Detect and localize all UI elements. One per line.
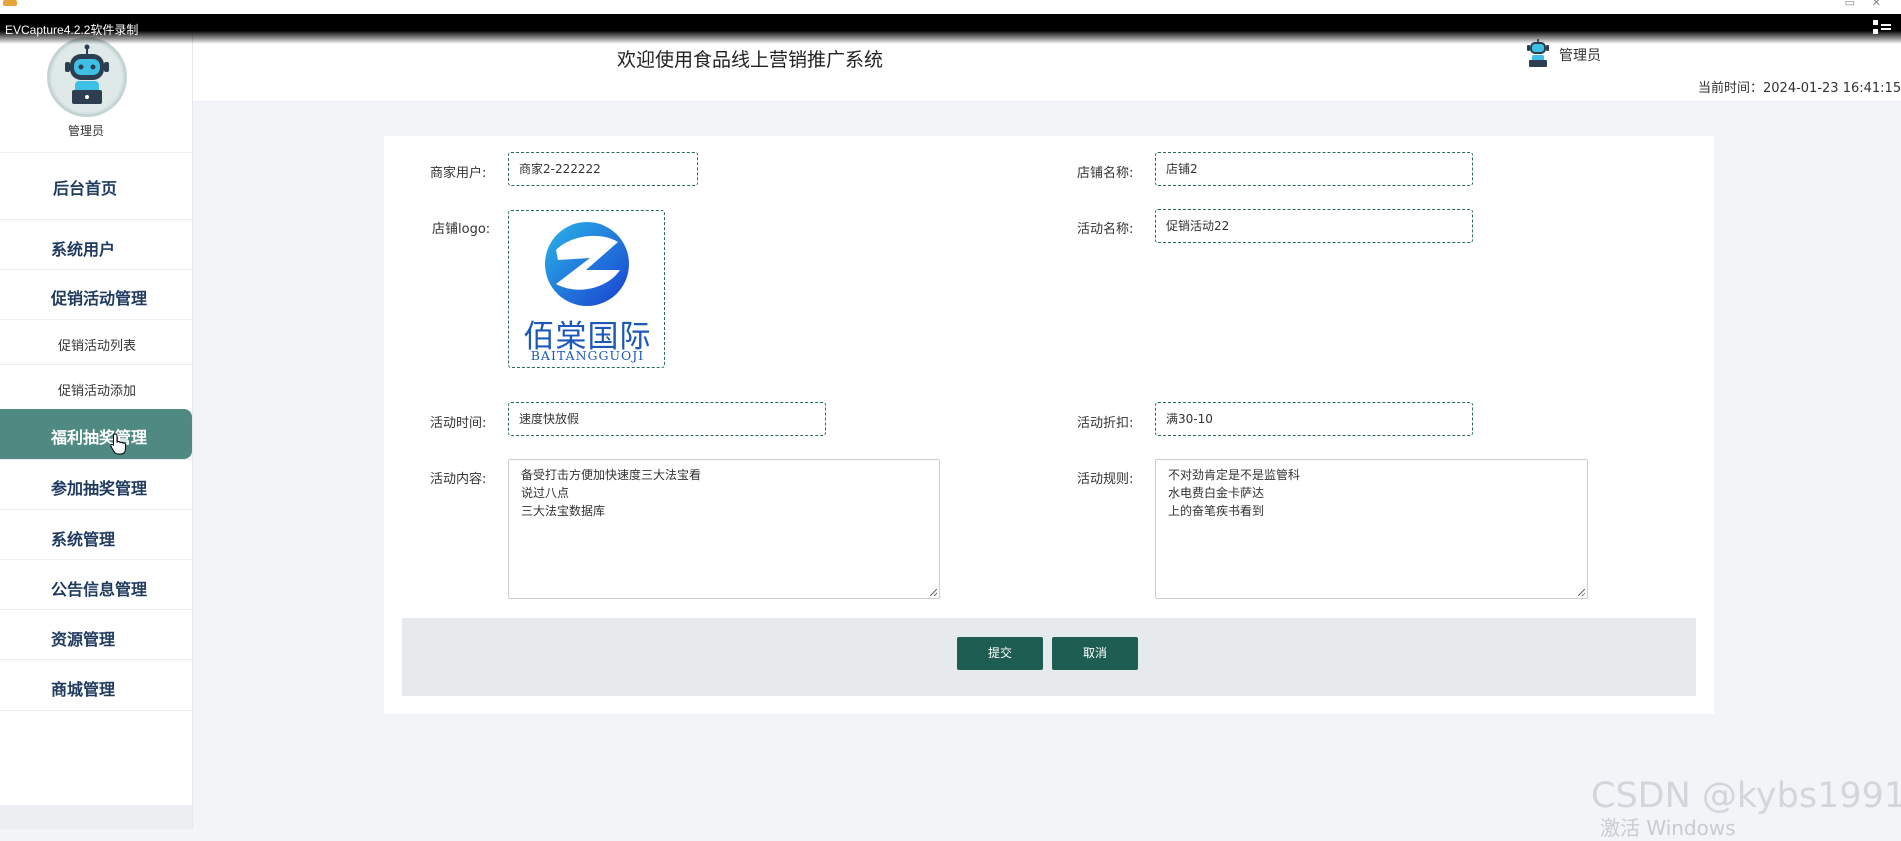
activity-detail-form: 商家用户: 商家2-222222 店铺名称: 店铺2 店铺logo: 佰棠国际 … [384,136,1714,714]
sidebar-item-notice-management[interactable]: 公告信息管理 [0,559,192,609]
current-time-label: 当前时间： [1698,81,1764,96]
sidebar-footer [0,805,192,829]
sidebar-item-promotion-add[interactable]: 促销活动添加 [0,364,192,409]
close-icon[interactable]: ✕ [1872,0,1881,9]
minimize-icon[interactable]: ▭ [1845,0,1855,9]
current-time: 当前时间：2024-01-23 16:41:15 [1698,77,1901,96]
sidebar-item-label: 促销活动管理 [51,289,148,308]
activity-discount-field[interactable]: 满30-10 [1155,402,1473,436]
sidebar-item-label: 促销活动添加 [58,384,137,399]
page-title: 欢迎使用食品线上营销推广系统 [617,49,884,71]
sidebar-item-lottery-management[interactable]: 福利抽奖管理 [0,409,192,459]
fullscreen-icon[interactable] [1873,20,1891,34]
activity-rules-textarea[interactable]: 不对劲肯定是不是监管科 水电费白金卡萨达 上的奋笔疾书看到 [1155,459,1588,599]
sidebar: 管理员 后台首页 系统用户 促销活动管理 促销活动列表 促销活动添加 福利抽奖管… [0,14,193,829]
sidebar-item-label: 资源管理 [51,630,116,649]
sidebar-item-label: 福利抽奖管理 [51,428,148,447]
sidebar-item-label: 促销活动列表 [58,339,137,354]
activate-windows-watermark: 激活 Windows [1600,816,1736,840]
recorder-bar: EVCapture4.2.2软件录制 [0,14,1901,44]
hand-cursor-icon [110,433,126,455]
sidebar-item-promotion-list[interactable]: 促销活动列表 [0,319,192,364]
resize-handle-icon[interactable] [1578,589,1585,596]
recorder-title: EVCapture4.2.2软件录制 [5,23,139,37]
app-icon [3,0,17,6]
sidebar-item-system-management[interactable]: 系统管理 [0,509,192,559]
sidebar-item-resource-management[interactable]: 资源管理 [0,609,192,659]
merchant-user-field[interactable]: 商家2-222222 [508,152,698,186]
header-admin-name[interactable]: 管理员 [1559,45,1601,65]
sidebar-item-promotion-management[interactable]: 促销活动管理 [0,269,192,319]
sidebar-item-mall-management[interactable]: 商城管理 [0,659,192,711]
sidebar-item-label: 系统管理 [51,530,116,549]
shop-logo-image[interactable]: 佰棠国际 BAITANGGUOJI [508,210,665,368]
activity-content-text: 备受打击方便加快速度三大法宝看 说过八点 三大法宝数据库 [521,468,702,518]
shop-name-label: 店铺名称: [1077,166,1134,181]
sidebar-item-label: 后台首页 [53,179,118,198]
cancel-button[interactable]: 取消 [1052,637,1138,670]
activity-discount-label: 活动折扣: [1077,416,1134,431]
resize-handle-icon[interactable] [930,589,937,596]
sidebar-item-label: 公告信息管理 [51,580,148,599]
form-action-bar: 提交 取消 [402,618,1696,696]
window-titlebar: ▭ ✕ [0,0,1901,14]
shop-logo-label: 店铺logo: [432,222,491,237]
shop-logo-text-en: BAITANGGUOJI [530,348,645,363]
activity-name-field[interactable]: 促销活动22 [1155,209,1473,243]
activity-time-label: 活动时间: [430,416,487,431]
sidebar-item-label: 参加抽奖管理 [51,479,148,498]
activity-rules-text: 不对劲肯定是不是监管科 水电费白金卡萨达 上的奋笔疾书看到 [1168,468,1301,518]
sidebar-item-home[interactable]: 后台首页 [0,152,192,219]
activity-time-field[interactable]: 速度快放假 [508,402,826,436]
shop-logo-emblem [545,222,629,306]
submit-button[interactable]: 提交 [957,637,1043,670]
sidebar-item-label: 商城管理 [51,680,116,699]
sidebar-item-label: 系统用户 [51,240,116,259]
csdn-watermark: CSDN @kybs1991 [1591,776,1901,816]
robot-avatar-icon [47,37,127,117]
merchant-user-label: 商家用户: [430,166,487,181]
activity-name-label: 活动名称: [1077,222,1134,237]
shop-name-field[interactable]: 店铺2 [1155,152,1473,186]
current-time-value: 2024-01-23 16:41:15 [1763,81,1901,96]
sidebar-item-system-users[interactable]: 系统用户 [0,219,192,269]
activity-content-label: 活动内容: [430,472,487,487]
sidebar-item-join-lottery-management[interactable]: 参加抽奖管理 [0,459,192,509]
activity-content-textarea[interactable]: 备受打击方便加快速度三大法宝看 说过八点 三大法宝数据库 [508,459,940,599]
sidebar-menu: 后台首页 系统用户 促销活动管理 促销活动列表 促销活动添加 福利抽奖管理 参加… [0,152,192,711]
sidebar-admin-name: 管理员 [67,124,104,138]
activity-rules-label: 活动规则: [1077,472,1134,487]
